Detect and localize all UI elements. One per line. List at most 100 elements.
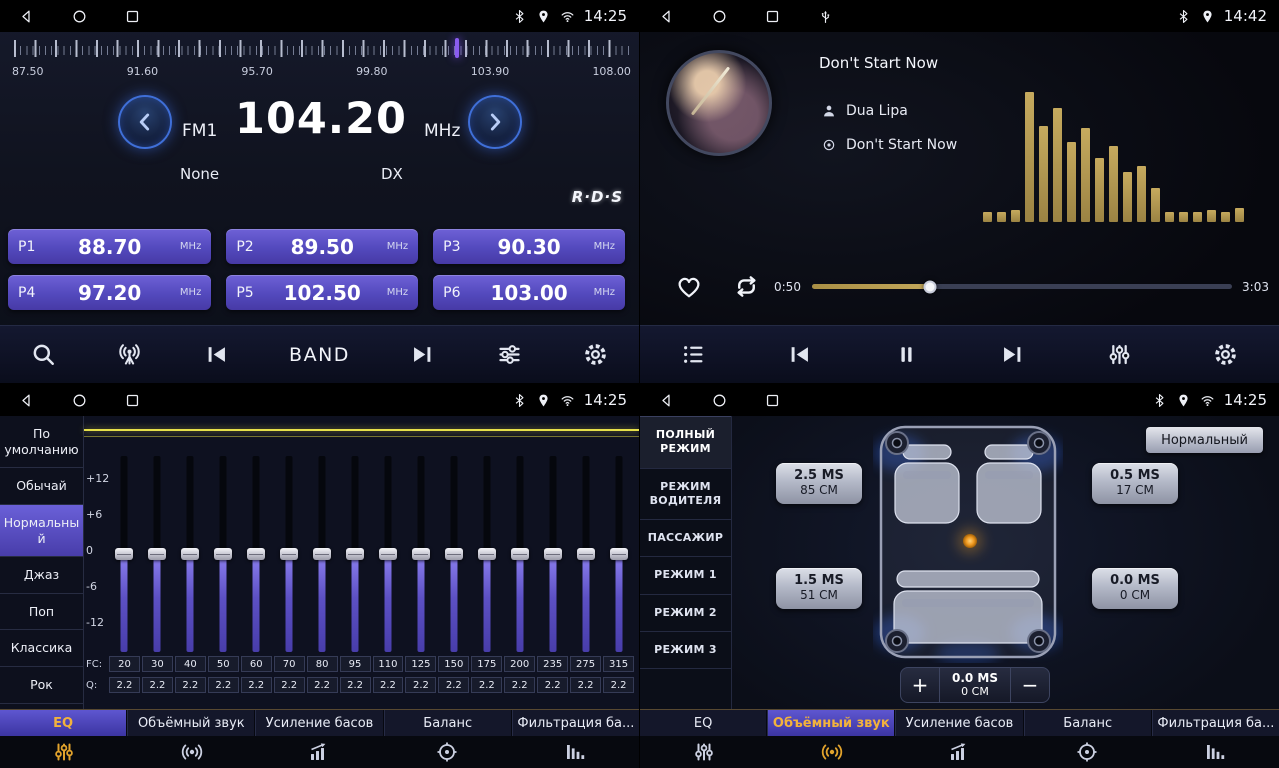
- next-track-icon[interactable]: [999, 341, 1026, 368]
- back-icon[interactable]: [18, 392, 35, 409]
- eq-band-slider[interactable]: [602, 456, 635, 652]
- tab-balance[interactable]: Баланс: [384, 710, 512, 736]
- eq-sliders-icon[interactable]: [1106, 341, 1133, 368]
- eq-slider-handle[interactable]: [346, 548, 364, 560]
- preset-button-p2[interactable]: P2 89.50 MHz: [226, 229, 418, 264]
- progress-knob[interactable]: [923, 280, 936, 293]
- eq-band-slider[interactable]: [273, 456, 306, 652]
- eq-band-slider[interactable]: [339, 456, 372, 652]
- back-icon[interactable]: [18, 8, 35, 25]
- favorite-heart-icon[interactable]: [674, 271, 704, 301]
- tab-filter[interactable]: Фильтрация ба...: [1152, 710, 1279, 736]
- eq-preset-item[interactable]: По умолчанию: [0, 416, 83, 468]
- frequency-scale[interactable]: [14, 40, 629, 58]
- tab-bass-boost[interactable]: Усиление басов: [255, 710, 383, 736]
- tab-eq[interactable]: EQ: [640, 710, 767, 736]
- eq-band-slider[interactable]: [240, 456, 273, 652]
- eq-slider-handle[interactable]: [115, 548, 133, 560]
- delay-increase-button[interactable]: +: [901, 668, 939, 702]
- eq-slider-handle[interactable]: [577, 548, 595, 560]
- filter-icon[interactable]: [1151, 736, 1279, 768]
- eq-band-slider[interactable]: [174, 456, 207, 652]
- search-icon[interactable]: [30, 341, 57, 368]
- next-station-icon[interactable]: [409, 341, 436, 368]
- tune-down-button[interactable]: [118, 95, 172, 149]
- surround-speaker-icon[interactable]: [128, 736, 256, 768]
- audio-settings-sliders-icon[interactable]: [496, 341, 523, 368]
- tab-eq[interactable]: EQ: [0, 710, 127, 736]
- delay-front-left-button[interactable]: 2.5 MS 85 CM: [776, 463, 862, 504]
- back-icon[interactable]: [658, 8, 675, 25]
- tab-balance[interactable]: Баланс: [1024, 710, 1152, 736]
- surround-mode-item[interactable]: РЕЖИМ 2: [640, 595, 731, 632]
- balance-icon[interactable]: [383, 736, 511, 768]
- eq-slider-handle[interactable]: [148, 548, 166, 560]
- pause-icon[interactable]: [893, 341, 920, 368]
- previous-track-icon[interactable]: [786, 341, 813, 368]
- eq-band-slider[interactable]: [569, 456, 602, 652]
- eq-band-slider[interactable]: [503, 456, 536, 652]
- eq-slider-handle[interactable]: [280, 548, 298, 560]
- eq-preset-item[interactable]: Нормальный: [0, 505, 83, 557]
- eq-band-slider[interactable]: [536, 456, 569, 652]
- eq-band-slider[interactable]: [372, 456, 405, 652]
- eq-sliders-icon[interactable]: [640, 736, 768, 768]
- back-icon[interactable]: [658, 392, 675, 409]
- eq-slider-handle[interactable]: [313, 548, 331, 560]
- eq-band-slider[interactable]: [404, 456, 437, 652]
- tab-surround[interactable]: Объёмный звук: [127, 710, 255, 736]
- eq-slider-handle[interactable]: [181, 548, 199, 560]
- eq-slider-handle[interactable]: [478, 548, 496, 560]
- eq-slider-handle[interactable]: [445, 548, 463, 560]
- eq-sliders-icon[interactable]: [0, 736, 128, 768]
- delay-rear-right-button[interactable]: 0.0 MS 0 CM: [1092, 568, 1178, 609]
- eq-band-slider[interactable]: [437, 456, 470, 652]
- recents-square-icon[interactable]: [124, 8, 141, 25]
- eq-slider-handle[interactable]: [412, 548, 430, 560]
- eq-slider-handle[interactable]: [544, 548, 562, 560]
- eq-band-slider[interactable]: [470, 456, 503, 652]
- eq-slider-handle[interactable]: [214, 548, 232, 560]
- delay-decrease-button[interactable]: −: [1011, 668, 1049, 702]
- tab-surround[interactable]: Объёмный звук: [767, 710, 895, 736]
- eq-band-slider[interactable]: [108, 456, 141, 652]
- surround-mode-item[interactable]: РЕЖИМ ВОДИТЕЛЯ: [640, 469, 731, 521]
- repeat-icon[interactable]: [732, 272, 761, 301]
- recents-square-icon[interactable]: [764, 8, 781, 25]
- home-circle-icon[interactable]: [71, 8, 88, 25]
- delay-front-right-button[interactable]: 0.5 MS 17 CM: [1092, 463, 1178, 504]
- eq-preset-item[interactable]: Обычай: [0, 468, 83, 505]
- preset-button-p4[interactable]: P4 97.20 MHz: [8, 275, 211, 310]
- eq-slider-handle[interactable]: [379, 548, 397, 560]
- recents-square-icon[interactable]: [764, 392, 781, 409]
- preset-button-p6[interactable]: P6 103.00 MHz: [433, 275, 625, 310]
- home-circle-icon[interactable]: [71, 392, 88, 409]
- eq-slider-handle[interactable]: [511, 548, 529, 560]
- band-button[interactable]: BAND: [289, 344, 350, 366]
- eq-preset-item[interactable]: Рок: [0, 667, 83, 704]
- surround-mode-item[interactable]: РЕЖИМ 3: [640, 632, 731, 669]
- surround-mode-item[interactable]: ПАССАЖИР: [640, 520, 731, 557]
- previous-station-icon[interactable]: [203, 341, 230, 368]
- eq-slider-handle[interactable]: [610, 548, 628, 560]
- filter-icon[interactable]: [511, 736, 639, 768]
- recents-square-icon[interactable]: [124, 392, 141, 409]
- eq-band-slider[interactable]: [306, 456, 339, 652]
- eq-preset-item[interactable]: Поп: [0, 594, 83, 631]
- sound-preset-button[interactable]: Нормальный: [1146, 427, 1263, 453]
- surround-speaker-icon[interactable]: [768, 736, 896, 768]
- bass-boost-icon[interactable]: [256, 736, 384, 768]
- delay-rear-left-button[interactable]: 1.5 MS 51 CM: [776, 568, 862, 609]
- tab-filter[interactable]: Фильтрация ба...: [512, 710, 639, 736]
- tab-bass-boost[interactable]: Усиление басов: [895, 710, 1023, 736]
- gear-icon[interactable]: [582, 341, 609, 368]
- eq-band-slider[interactable]: [207, 456, 240, 652]
- surround-mode-item[interactable]: ПОЛНЫЙ РЕЖИМ: [640, 416, 731, 469]
- eq-preset-item[interactable]: Джаз: [0, 557, 83, 594]
- preset-button-p3[interactable]: P3 90.30 MHz: [433, 229, 625, 264]
- broadcast-tower-icon[interactable]: [116, 341, 143, 368]
- home-circle-icon[interactable]: [711, 392, 728, 409]
- eq-preset-item[interactable]: Классика: [0, 630, 83, 667]
- balance-icon[interactable]: [1023, 736, 1151, 768]
- bass-boost-icon[interactable]: [896, 736, 1024, 768]
